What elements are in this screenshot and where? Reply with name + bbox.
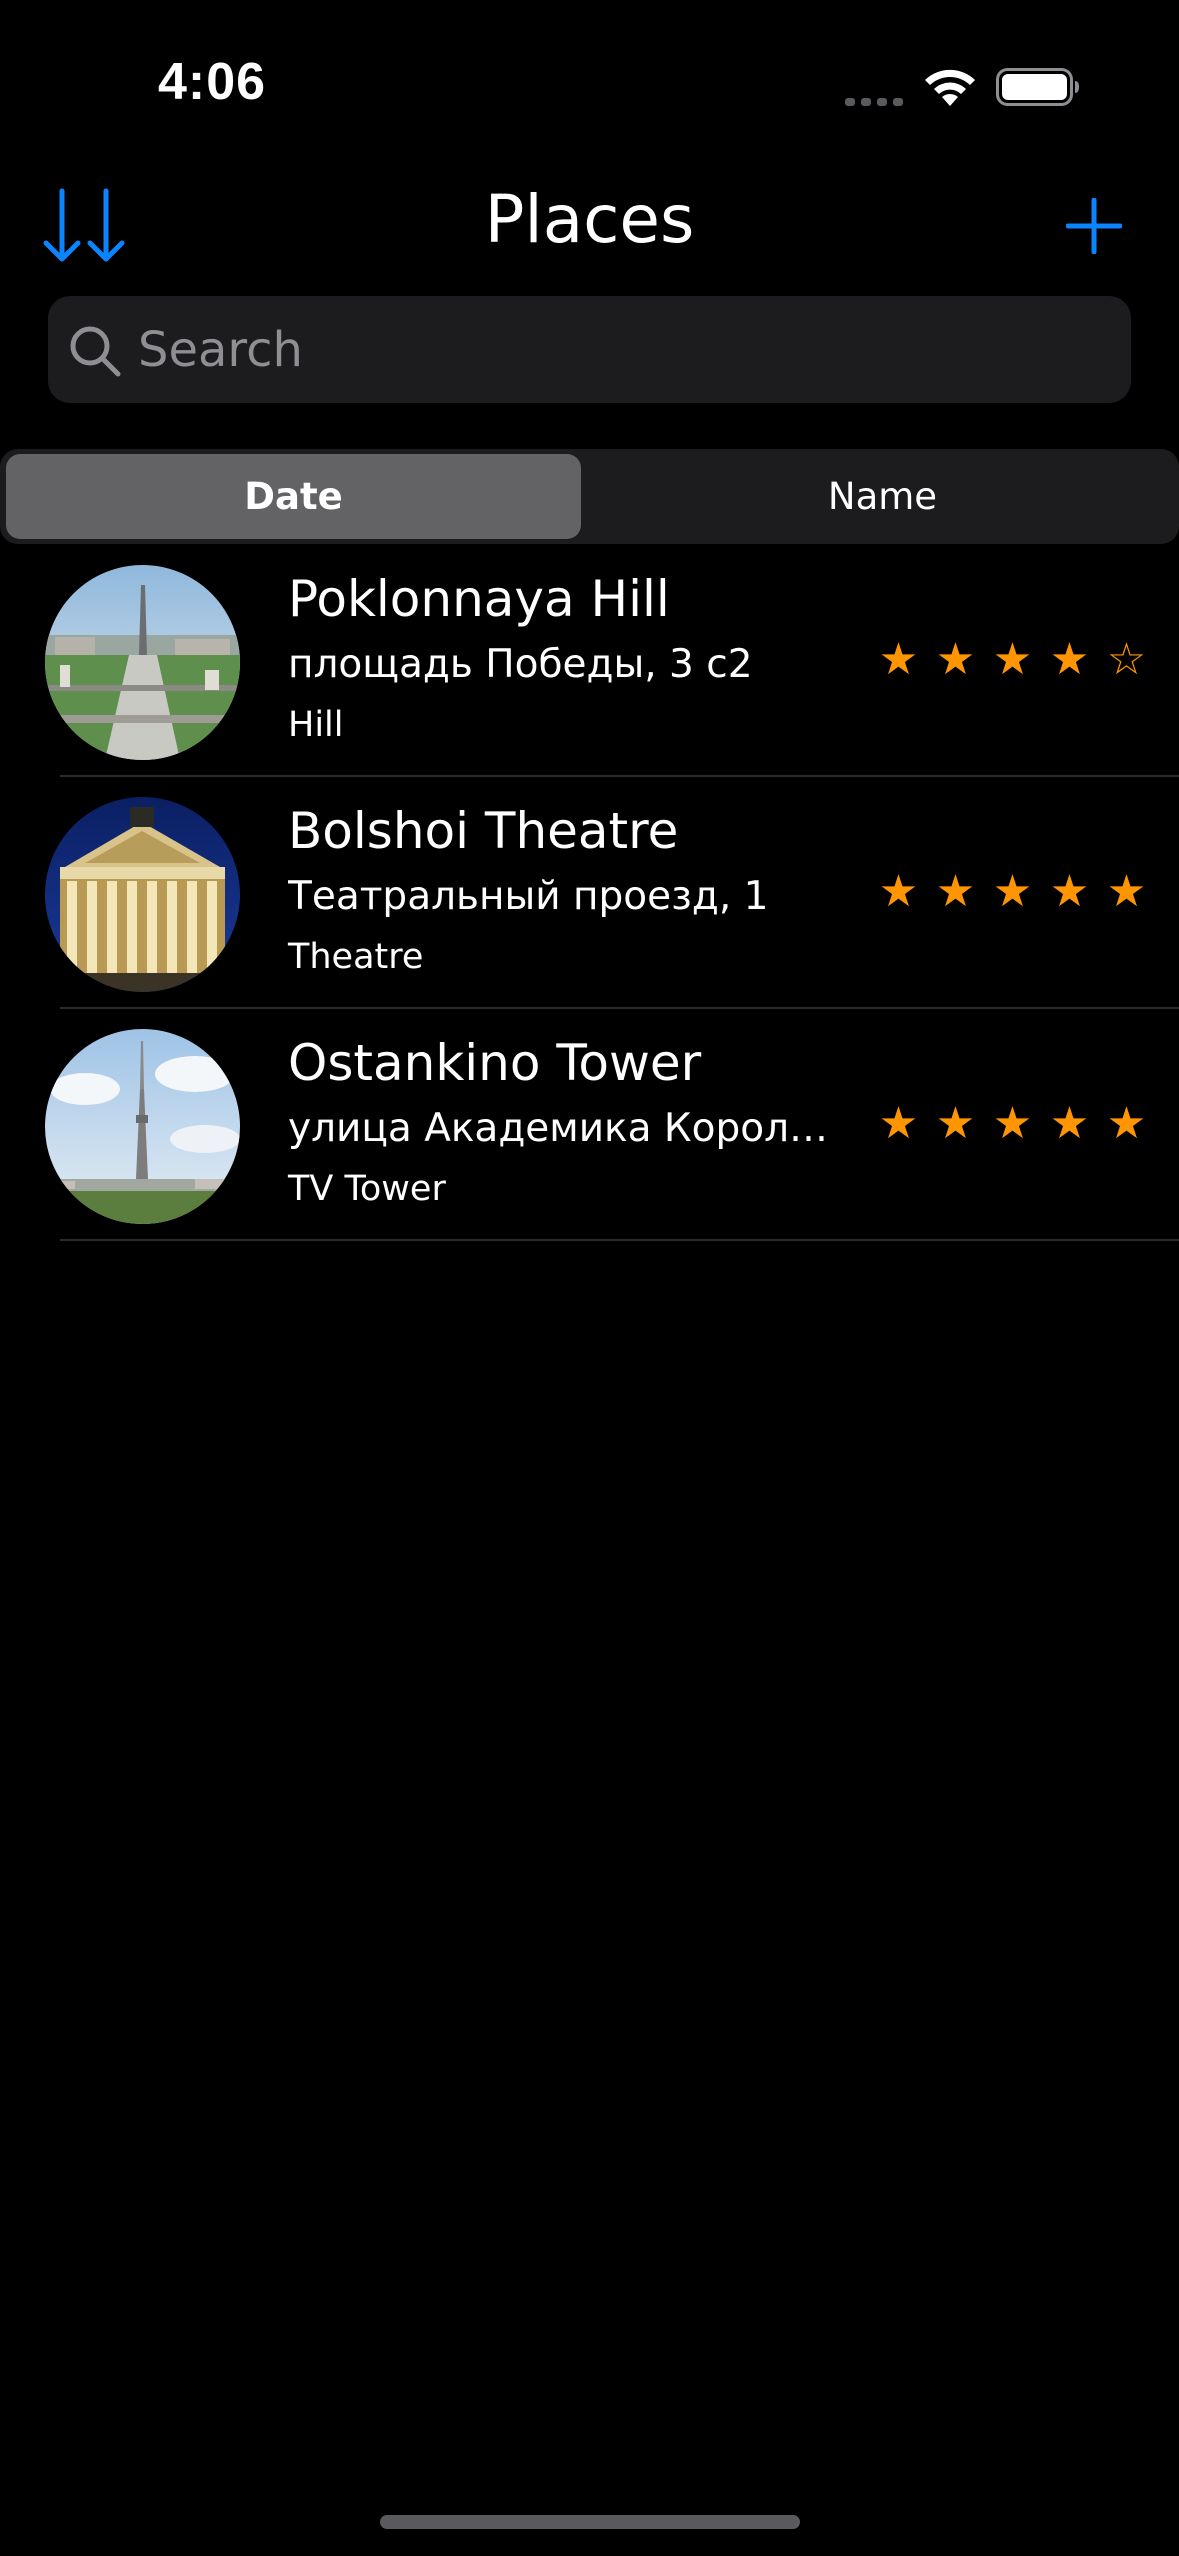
place-type: Theatre bbox=[288, 937, 424, 977]
place-type: Hill bbox=[288, 705, 344, 745]
battery-icon bbox=[996, 68, 1079, 106]
page-title: Places bbox=[484, 181, 695, 258]
status-time: 4:06 bbox=[158, 53, 267, 111]
star-filled-icon: ★ bbox=[878, 866, 919, 917]
star-filled-icon: ★ bbox=[1049, 1098, 1090, 1149]
bolshoi-theatre-photo bbox=[45, 797, 240, 992]
star-filled-icon: ★ bbox=[992, 866, 1033, 917]
star-filled-icon: ★ bbox=[992, 1098, 1033, 1149]
star-filled-icon: ★ bbox=[935, 634, 976, 685]
search-bar bbox=[48, 296, 1131, 403]
star-filled-icon: ★ bbox=[1106, 1098, 1147, 1149]
place-name: Bolshoi Theatre bbox=[288, 802, 679, 860]
place-address: площадь Победы, 3 с2 bbox=[288, 642, 753, 687]
segment-date[interactable]: Date bbox=[6, 454, 581, 539]
star-filled-icon: ★ bbox=[935, 1098, 976, 1149]
list-item-poklonnaya-hill[interactable]: Poklonnaya Hill площадь Победы, 3 с2 Hil… bbox=[0, 545, 1179, 777]
place-name: Ostankino Tower bbox=[288, 1034, 702, 1092]
star-filled-icon: ★ bbox=[878, 634, 919, 685]
rating-stars: ★ ★ ★ ★ ★ bbox=[870, 867, 1155, 917]
star-filled-icon: ★ bbox=[1106, 866, 1147, 917]
add-place-icon[interactable] bbox=[1066, 198, 1122, 254]
place-type: TV Tower bbox=[288, 1169, 446, 1209]
cellular-signal-icon bbox=[845, 98, 903, 106]
star-filled-icon: ★ bbox=[992, 634, 1033, 685]
status-bar: 4:06 bbox=[0, 0, 1179, 150]
star-empty-icon: ☆ bbox=[1106, 634, 1147, 685]
poklonnaya-hill-photo bbox=[45, 565, 240, 760]
wifi-icon bbox=[925, 69, 975, 106]
ostankino-tower-photo bbox=[45, 1029, 240, 1224]
star-filled-icon: ★ bbox=[1049, 634, 1090, 685]
star-filled-icon: ★ bbox=[1049, 866, 1090, 917]
list-item-bolshoi-theatre[interactable]: Bolshoi Theatre Театральный проезд, 1 Th… bbox=[0, 777, 1179, 1009]
place-address: улица Академика Королёва, 15к1 bbox=[288, 1106, 848, 1151]
star-filled-icon: ★ bbox=[878, 1098, 919, 1149]
home-indicator[interactable] bbox=[380, 2515, 800, 2529]
sort-segmented-control: Date Name bbox=[0, 449, 1179, 544]
rating-stars: ★ ★ ★ ★ ☆ bbox=[870, 635, 1155, 685]
segment-name[interactable]: Name bbox=[595, 454, 1170, 539]
places-list: Poklonnaya Hill площадь Победы, 3 с2 Hil… bbox=[0, 545, 1179, 1241]
rating-stars: ★ ★ ★ ★ ★ bbox=[870, 1099, 1155, 1149]
search-icon bbox=[70, 326, 121, 377]
list-item-ostankino-tower[interactable]: Ostankino Tower улица Академика Королёва… bbox=[0, 1009, 1179, 1241]
place-address: Театральный проезд, 1 bbox=[288, 874, 769, 919]
place-name: Poklonnaya Hill bbox=[288, 570, 670, 628]
search-input[interactable] bbox=[138, 296, 1098, 403]
star-filled-icon: ★ bbox=[935, 866, 976, 917]
